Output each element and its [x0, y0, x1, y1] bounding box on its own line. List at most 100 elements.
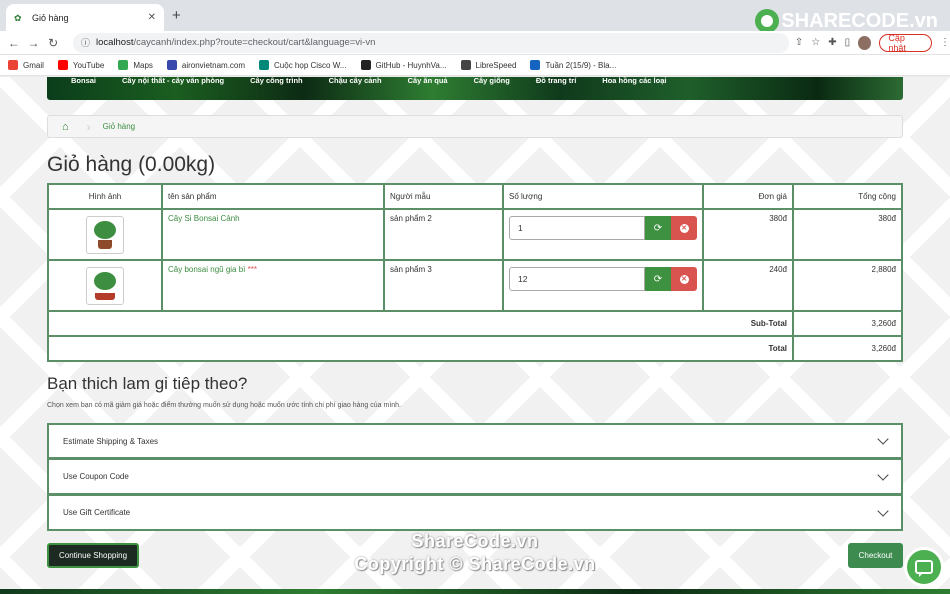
new-tab-icon[interactable]: +: [172, 8, 181, 23]
bookmark-label: Gmail: [23, 60, 44, 70]
home-icon[interactable]: ⌂: [62, 121, 69, 133]
bookmark-favicon-icon: [360, 60, 371, 70]
remove-icon: ✕: [679, 274, 689, 284]
forward-icon[interactable]: →: [24, 36, 44, 50]
top-menu-item[interactable]: Chậu cây cảnh: [329, 77, 382, 85]
top-menu-item[interactable]: Cây công trình: [250, 77, 303, 85]
bookmark-item[interactable]: Maps: [118, 60, 153, 70]
share-icon[interactable]: ⇧: [795, 37, 803, 48]
product-thumbnail[interactable]: [86, 267, 124, 305]
remove-button[interactable]: ✕: [671, 267, 697, 291]
page-title: Giỏ hàng (0.00kg): [47, 153, 216, 176]
product-thumbnail[interactable]: [86, 216, 124, 254]
profile-avatar[interactable]: [858, 35, 872, 50]
bookmark-label: aironvietnam.com: [181, 60, 246, 70]
bookmark-favicon-icon: [166, 60, 177, 70]
chevron-down-icon: [877, 433, 889, 445]
refresh-icon[interactable]: ⟳: [645, 216, 671, 240]
unit-price: 240đ: [702, 259, 794, 312]
bookmark-label: YouTube: [72, 60, 105, 70]
update-button[interactable]: Cập nhật: [879, 33, 932, 53]
extensions-icon[interactable]: ✚: [828, 37, 836, 48]
bookmark-item[interactable]: Cuộc họp Cisco W...: [259, 60, 347, 70]
bookmark-item[interactable]: aironvietnam.com: [166, 60, 246, 70]
accordion-gift-certificate[interactable]: Use Gift Certificate: [47, 495, 903, 531]
back-icon[interactable]: ←: [4, 36, 24, 50]
bookmark-label: Cuộc họp Cisco W...: [274, 60, 347, 70]
product-name-link[interactable]: Cây Si Bonsai Cảnh: [168, 214, 240, 223]
header-quantity: Số lượng: [502, 183, 704, 210]
refresh-icon[interactable]: ⟳: [645, 267, 671, 291]
header-image: Hình ảnh: [47, 183, 163, 210]
accordion-label: Use Coupon Code: [63, 472, 129, 481]
menu-kebab-icon[interactable]: ⋮: [940, 37, 950, 48]
remove-button[interactable]: ✕: [671, 216, 697, 240]
next-steps-title: Bạn thich lam gi tiêp theo?: [47, 374, 248, 393]
product-model: sản phẩm 3: [383, 259, 504, 312]
sharecode-logo-share: SHARE: [781, 9, 852, 32]
tab-title: Giỏ hàng: [32, 12, 69, 23]
subtotal-row: Sub-Total 3,260đ: [47, 310, 903, 337]
bookmark-label: GitHub - HuynhVa...: [375, 60, 447, 70]
bookmark-label: Maps: [133, 60, 153, 70]
hero-banner: Bonsai Cây nội thất - cây văn phòng Cây cô…: [47, 77, 903, 100]
header-model: Người mẫu: [383, 183, 504, 210]
cart-table: Hình ảnh tên sản phẩm Người mẫu Số lượng…: [47, 183, 903, 362]
accordion-coupon[interactable]: Use Coupon Code: [47, 459, 903, 495]
chat-icon: [915, 560, 933, 577]
top-menu-item[interactable]: Hoa hồng các loại: [602, 77, 666, 85]
subtotal-label: Sub-Total: [47, 310, 794, 337]
top-menu-item[interactable]: Bonsai: [71, 77, 96, 85]
tab-close-icon[interactable]: ✕: [148, 12, 156, 23]
top-menu-item[interactable]: Cây ăn quả: [408, 77, 448, 85]
site-info-icon[interactable]: ⓘ: [81, 36, 90, 49]
chevron-down-icon: [877, 468, 889, 481]
browser-tab[interactable]: ✿ Giỏ hàng ✕: [6, 4, 164, 31]
url-host: localhost: [95, 37, 134, 48]
chevron-down-icon: [877, 504, 889, 517]
header-unit-price: Đơn giá: [702, 183, 794, 210]
bookmark-star-icon[interactable]: ☆: [811, 37, 820, 48]
bookmark-item[interactable]: Tuần 2(15/9) - Bla...: [530, 60, 616, 70]
top-menu-item[interactable]: Cây giống: [474, 77, 510, 85]
top-menu-item[interactable]: Cây nội thất - cây văn phòng: [122, 77, 224, 85]
bookmark-item[interactable]: LibreSpeed: [460, 60, 516, 70]
quantity-group: 1 ⟳ ✕: [509, 216, 697, 240]
side-panel-icon[interactable]: ▯: [845, 37, 851, 48]
bookmark-favicon-icon: [259, 60, 270, 70]
header-total: Tổng cộng: [792, 183, 903, 210]
watermark-line-2: Copyright © ShareCode.vn: [354, 554, 596, 574]
address-bar[interactable]: ⓘ localhost/caycanh/index.php?route=chec…: [72, 32, 789, 53]
chat-button[interactable]: [904, 547, 944, 587]
next-steps-hint: Chọn xem bạn có mã giảm giá hoặc điểm th…: [47, 402, 401, 409]
url-path: /caycanh/index.php?route=checkout/cart&l…: [133, 37, 376, 48]
header-product-name: tên sản phẩm: [161, 183, 385, 210]
quantity-input[interactable]: 12: [509, 267, 645, 291]
bookmark-favicon-icon: [57, 60, 68, 70]
bonsai-image: [92, 272, 118, 300]
accordion-label: Use Gift Certificate: [63, 508, 131, 517]
bookmark-item[interactable]: Gmail: [8, 60, 44, 70]
bookmark-item[interactable]: YouTube: [57, 60, 105, 70]
page-content: Bonsai Cây nội thất - cây văn phòng Cây cô…: [0, 77, 950, 594]
browser-toolbar: ← → ↻ ⓘ localhost/caycanh/index.php?rout…: [0, 31, 950, 55]
total-row: Total 3,260đ: [47, 335, 903, 362]
next-steps-accordion: Estimate Shipping & Taxes Use Coupon Cod…: [47, 423, 903, 531]
breadcrumb-current[interactable]: Giỏ hàng: [103, 122, 135, 131]
bookmark-item[interactable]: GitHub - HuynhVa...: [360, 60, 447, 70]
cart-row: Cây bonsai ngũ gia bì *** sản phẩm 3 12 …: [47, 259, 903, 312]
top-menu: Bonsai Cây nội thất - cây văn phòng Cây cô…: [47, 77, 903, 85]
quantity-input[interactable]: 1: [509, 216, 645, 240]
reload-icon[interactable]: ↻: [43, 36, 63, 50]
total-label: Total: [47, 335, 794, 362]
cart-header-row: Hình ảnh tên sản phẩm Người mẫu Số lượng…: [47, 183, 903, 210]
top-menu-item[interactable]: Đồ trang trí: [536, 77, 576, 85]
bookmark-favicon-icon: [8, 60, 18, 70]
sharecode-logo: SHARECODE.vn: [755, 9, 938, 33]
remove-icon: ✕: [679, 223, 689, 233]
bookmark-favicon-icon: [460, 60, 471, 70]
accordion-shipping[interactable]: Estimate Shipping & Taxes: [47, 423, 903, 459]
browser-tab-bar: ✿ Giỏ hàng ✕ + SHARECODE.vn: [0, 0, 950, 33]
product-name-link[interactable]: Cây bonsai ngũ gia bì: [168, 265, 245, 274]
subtotal-value: 3,260đ: [792, 310, 903, 337]
